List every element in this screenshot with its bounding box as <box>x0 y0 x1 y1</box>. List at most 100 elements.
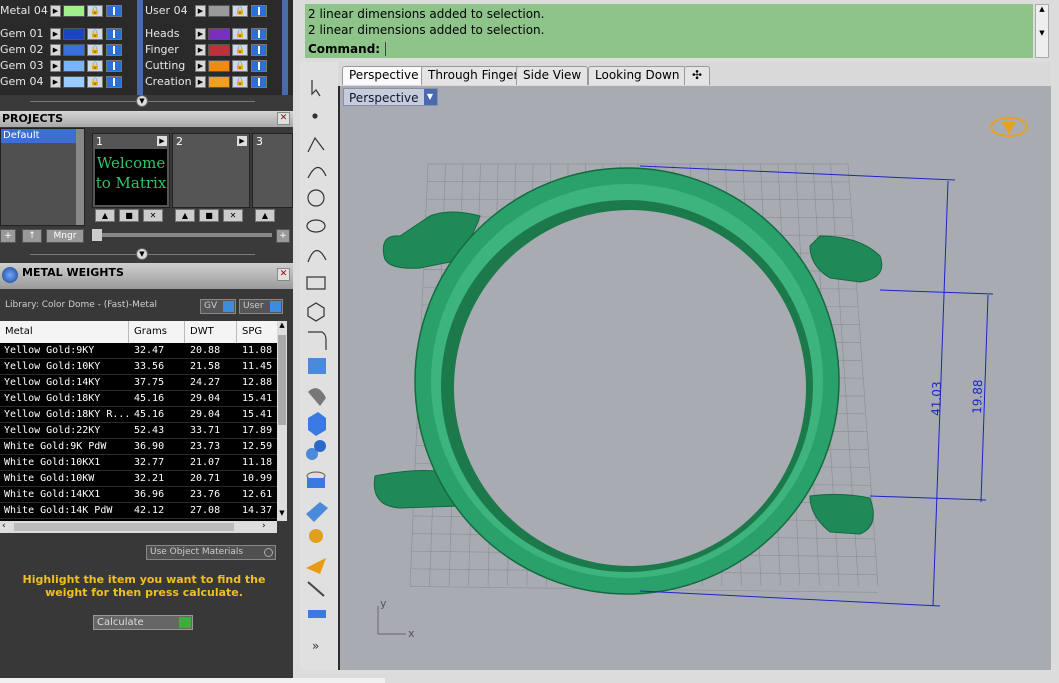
layer-row[interactable]: Cutting ▶ 🔒 <box>145 58 285 74</box>
table-row[interactable]: Yellow Gold:22KY 52.43 33.71 17.89 <box>0 423 277 439</box>
table-row[interactable]: Yellow Gold:18KY 45.16 29.04 15.41 <box>0 391 277 407</box>
table-row[interactable]: White Gold:14K PdW 42.12 27.08 14.37 <box>0 503 277 519</box>
play-icon[interactable]: ▶ <box>50 5 61 17</box>
delete-icon[interactable]: ✕ <box>223 209 243 222</box>
visibility-icon[interactable] <box>106 60 122 72</box>
projects-slider[interactable] <box>92 233 272 237</box>
upload-icon[interactable]: ▲ <box>255 209 275 222</box>
layer-row[interactable]: Heads ▶ 🔒 <box>145 26 285 42</box>
perspective-viewport[interactable]: 41.03 19.88 y x Perspective ▼ <box>340 86 1051 670</box>
manager-button[interactable]: Mngr <box>46 229 84 243</box>
layer-color-swatch[interactable] <box>208 44 230 56</box>
play-icon[interactable]: ▶ <box>50 28 61 40</box>
layer-color-swatch[interactable] <box>208 28 230 40</box>
column-header-metal[interactable]: Metal <box>5 326 33 337</box>
project-slot-1[interactable]: 1 ▶ Welcome to Matrix <box>92 133 170 208</box>
layer-color-swatch[interactable] <box>63 28 85 40</box>
save-icon[interactable]: ■ <box>199 209 219 222</box>
lock-icon[interactable]: 🔒 <box>87 60 103 72</box>
calculate-button[interactable]: Calculate <box>93 615 193 630</box>
table-horizontal-scrollbar[interactable]: ‹ › <box>0 521 277 533</box>
lock-icon[interactable]: 🔒 <box>232 76 248 88</box>
lock-icon[interactable]: 🔒 <box>232 28 248 40</box>
column-header-spg[interactable]: SPG <box>242 326 262 337</box>
play-icon[interactable]: ▶ <box>195 28 206 40</box>
visibility-icon[interactable] <box>106 28 122 40</box>
metal-table[interactable]: Metal Grams DWT SPG Yellow Gold:9KY 32.47… <box>0 321 287 521</box>
project-slot-3[interactable]: 3 <box>252 133 293 208</box>
play-icon[interactable]: ▶ <box>237 136 247 146</box>
projects-scrollbar[interactable] <box>76 129 84 225</box>
visibility-icon[interactable] <box>106 76 122 88</box>
play-icon[interactable]: ▶ <box>50 44 61 56</box>
project-slot-2[interactable]: 2 ▶ <box>172 133 250 208</box>
visibility-icon[interactable] <box>251 5 267 17</box>
tab-looking-down[interactable]: Looking Down <box>588 66 687 85</box>
lock-icon[interactable]: 🔒 <box>87 28 103 40</box>
table-row[interactable]: Yellow Gold:9KY 32.47 20.88 11.08 <box>0 343 277 359</box>
layer-row[interactable]: Gem 02 ▶ 🔒 <box>0 42 140 58</box>
tab-side-view[interactable]: Side View <box>516 66 589 85</box>
project-thumbnail[interactable]: Welcome to Matrix <box>95 149 167 205</box>
lock-icon[interactable]: 🔒 <box>232 60 248 72</box>
collapse-layers-button[interactable]: ▼ <box>136 95 148 107</box>
table-row[interactable]: White Gold:9K PdW 36.90 23.73 12.59 <box>0 439 277 455</box>
visibility-icon[interactable] <box>106 44 122 56</box>
layer-row[interactable]: Metal 04 ▶ 🔒 <box>0 3 140 19</box>
table-vertical-scrollbar[interactable]: ▲ ▼ <box>277 321 287 521</box>
projects-slider-thumb[interactable] <box>92 229 102 241</box>
tab-perspective[interactable]: Perspective <box>342 66 426 85</box>
table-row[interactable]: White Gold:10KW 32.21 20.71 10.99 <box>0 471 277 487</box>
gv-toggle[interactable]: GV <box>200 299 236 314</box>
layer-row[interactable]: Gem 03 ▶ 🔒 <box>0 58 140 74</box>
layer-row[interactable]: Gem 01 ▶ 🔒 <box>0 26 140 42</box>
table-row[interactable]: Yellow Gold:18KY R... 45.16 29.04 15.41 <box>0 407 277 423</box>
table-row[interactable]: Yellow Gold:14KY 37.75 24.27 12.88 <box>0 375 277 391</box>
scroll-left-icon[interactable]: ‹ <box>2 521 6 531</box>
lock-icon[interactable]: 🔒 <box>87 5 103 17</box>
lock-icon[interactable]: 🔒 <box>232 5 248 17</box>
layer-color-swatch[interactable] <box>208 76 230 88</box>
play-icon[interactable]: ▶ <box>195 76 206 88</box>
visibility-icon[interactable] <box>251 28 267 40</box>
tab-through-finger[interactable]: Through Finger <box>421 66 526 85</box>
layer-row[interactable]: Creation ▶ 🔒 <box>145 74 285 90</box>
play-icon[interactable]: ▶ <box>195 60 206 72</box>
panel-splitter[interactable] <box>293 0 300 683</box>
table-row[interactable]: White Gold:10KX1 32.77 21.07 11.18 <box>0 455 277 471</box>
layer-row[interactable]: Gem 04 ▶ 🔒 <box>0 74 140 90</box>
play-icon[interactable]: ▶ <box>50 76 61 88</box>
lock-icon[interactable]: 🔒 <box>87 44 103 56</box>
add-project-button[interactable]: + <box>0 229 16 243</box>
layer-color-swatch[interactable] <box>63 76 85 88</box>
layer-row[interactable]: Finger ▶ 🔒 <box>145 42 285 58</box>
close-icon[interactable]: ✕ <box>277 268 290 281</box>
layer-color-swatch[interactable] <box>63 5 85 17</box>
close-icon[interactable]: ✕ <box>277 112 290 125</box>
up-button[interactable]: ↑ <box>22 229 42 243</box>
layer-color-swatch[interactable] <box>208 5 230 17</box>
play-icon[interactable]: ▶ <box>50 60 61 72</box>
add-slot-button[interactable]: + <box>276 229 290 243</box>
layer-color-swatch[interactable] <box>63 44 85 56</box>
visibility-icon[interactable] <box>251 60 267 72</box>
use-object-materials-option[interactable]: Use Object Materials <box>146 545 276 560</box>
command-scrollbar[interactable]: ▲ ▼ <box>1035 4 1049 58</box>
layer-color-swatch[interactable] <box>208 60 230 72</box>
viewport-scene[interactable]: 41.03 19.88 y x <box>340 86 1051 670</box>
collapse-projects-button[interactable]: ▼ <box>136 248 148 260</box>
lock-icon[interactable]: 🔒 <box>87 76 103 88</box>
layer-color-swatch[interactable] <box>63 60 85 72</box>
projects-list[interactable]: Default <box>0 128 85 226</box>
play-icon[interactable]: ▶ <box>157 136 167 146</box>
delete-icon[interactable]: ✕ <box>143 209 163 222</box>
table-row[interactable]: White Gold:14KX1 36.96 23.76 12.61 <box>0 487 277 503</box>
scroll-right-icon[interactable]: › <box>262 521 266 531</box>
play-icon[interactable]: ▶ <box>195 5 206 17</box>
scroll-down-icon[interactable]: ▼ <box>277 509 287 521</box>
column-header-grams[interactable]: Grams <box>134 326 167 337</box>
command-input[interactable] <box>385 42 1025 56</box>
lock-icon[interactable]: 🔒 <box>232 44 248 56</box>
add-tab-button[interactable]: ✣ <box>684 66 710 85</box>
play-icon[interactable]: ▶ <box>195 44 206 56</box>
